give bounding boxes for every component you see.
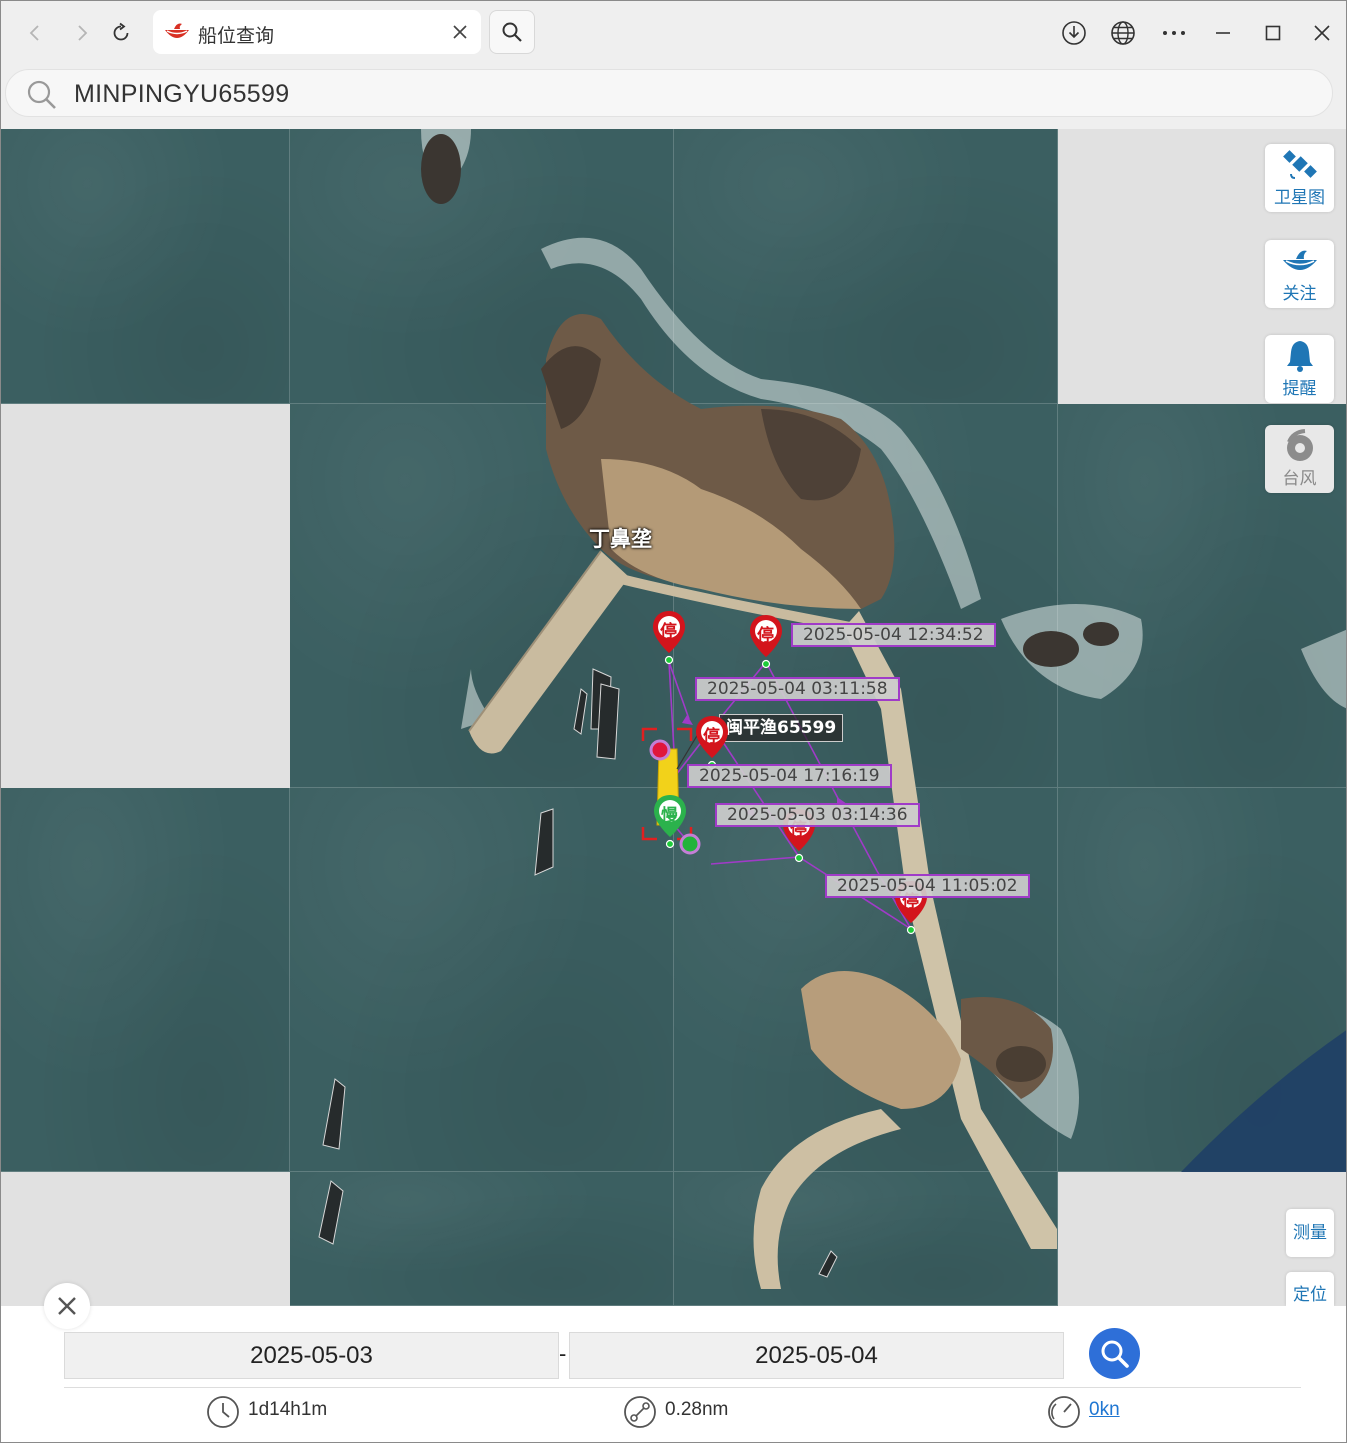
marker-text: 停: [757, 626, 774, 646]
maximize-icon: [1265, 25, 1281, 41]
tab-title: 船位查询: [198, 25, 275, 47]
clock-icon: [207, 1396, 239, 1428]
address-row: MINPINGYU65599: [1, 63, 1346, 129]
refresh-icon: [113, 22, 129, 41]
stop-marker[interactable]: 停: [748, 613, 784, 669]
typhoon-label: 台风: [1282, 469, 1317, 489]
close-icon[interactable]: [451, 23, 469, 41]
search-input[interactable]: MINPINGYU65599: [5, 69, 1333, 117]
end-date-field[interactable]: 2025-05-04: [569, 1332, 1064, 1379]
duration-value: 1d14h1m: [248, 1399, 328, 1420]
chevron-right-icon: [78, 25, 88, 41]
download-icon: [1062, 21, 1086, 45]
more-button[interactable]: [1154, 13, 1194, 53]
browser-window: 船位查询 MINPINGYU65599 丁鼻垄 闽平渔65599 停 停 停 停…: [0, 0, 1347, 1443]
time-label[interactable]: 2025-05-04 03:11:58: [695, 677, 900, 701]
marker-text: 慢: [661, 806, 678, 826]
measure-button[interactable]: 测量: [1286, 1209, 1334, 1257]
close-icon: [1314, 25, 1330, 41]
globe-icon: [1111, 21, 1135, 45]
tab-search-button[interactable]: [489, 10, 535, 54]
follow-button[interactable]: 关注: [1265, 240, 1334, 308]
start-date-field[interactable]: 2025-05-03: [64, 1332, 559, 1379]
minimize-icon: [1216, 32, 1230, 34]
minimize-button[interactable]: [1203, 13, 1243, 53]
alert-button[interactable]: 提醒: [1265, 335, 1334, 403]
chevron-left-icon: [29, 25, 39, 41]
search-input-value: MINPINGYU65599: [74, 80, 290, 108]
back-button[interactable]: [15, 13, 55, 53]
divider: [64, 1387, 1301, 1388]
time-label[interactable]: 2025-05-03 03:14:36: [715, 803, 920, 827]
close-icon: [58, 1297, 76, 1315]
typhoon-button[interactable]: 台风: [1265, 425, 1334, 493]
time-label[interactable]: 2025-05-04 11:05:02: [825, 874, 1030, 898]
time-label[interactable]: 2025-05-04 17:16:19: [687, 764, 892, 788]
map-overlay: [318, 129, 1346, 1289]
date-separator: -: [559, 1341, 567, 1366]
alert-label: 提醒: [1282, 379, 1317, 399]
refresh-button[interactable]: [101, 13, 141, 53]
search-icon: [27, 80, 56, 109]
search-icon: [502, 22, 522, 42]
map-view[interactable]: 丁鼻垄 闽平渔65599 停 停 停 停 停 慢 2025-05-04 12:3…: [1, 129, 1346, 1306]
ship-icon: [1283, 250, 1317, 270]
search-icon: [1101, 1340, 1129, 1368]
slow-marker[interactable]: 慢: [652, 793, 688, 849]
ship-name-label[interactable]: 闽平渔65599: [719, 714, 844, 742]
stop-marker[interactable]: 停: [651, 609, 687, 665]
route-icon: [624, 1396, 656, 1428]
follow-label: 关注: [1282, 284, 1317, 304]
speed-link[interactable]: 0kn: [1089, 1399, 1120, 1421]
tab-ship-position[interactable]: 船位查询: [153, 10, 481, 54]
globe-button[interactable]: [1103, 13, 1143, 53]
marker-text: 停: [703, 727, 720, 747]
more-icon: [1163, 31, 1185, 35]
stop-marker[interactable]: 停: [694, 714, 730, 770]
locate-button[interactable]: 定位: [1286, 1272, 1334, 1306]
close-panel-button[interactable]: [44, 1283, 90, 1329]
search-button[interactable]: [1089, 1328, 1140, 1379]
satellite-icon: [1283, 150, 1317, 179]
download-button[interactable]: [1054, 13, 1094, 53]
place-label: 丁鼻垄: [589, 527, 652, 551]
window-close-button[interactable]: [1302, 13, 1342, 53]
title-bar: 船位查询: [1, 1, 1346, 63]
maximize-button[interactable]: [1253, 13, 1293, 53]
forward-button[interactable]: [62, 13, 102, 53]
bell-icon: [1287, 341, 1313, 372]
distance-value: 0.28nm: [665, 1399, 729, 1420]
satellite-label: 卫星图: [1274, 188, 1325, 208]
speedometer-icon: [1048, 1396, 1080, 1428]
ship-logo-icon: [165, 23, 189, 38]
satellite-button[interactable]: 卫星图: [1265, 144, 1334, 212]
time-label[interactable]: 2025-05-04 12:34:52: [791, 623, 996, 647]
typhoon-icon: [1287, 429, 1313, 461]
marker-text: 停: [660, 622, 677, 642]
